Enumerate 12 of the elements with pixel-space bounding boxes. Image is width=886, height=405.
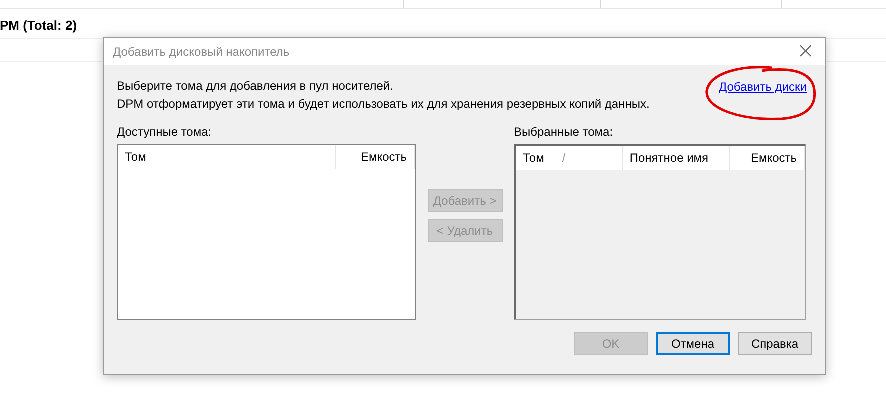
dialog-title: Добавить дисковый накопитель xyxy=(113,44,290,58)
close-button[interactable]: × xyxy=(792,42,819,62)
list-label: Выбранные тома: xyxy=(514,126,614,139)
volume-list[interactable]: Том Емкость xyxy=(117,144,416,320)
instruction-text: Выберите тома для добавления в пул носителей. xyxy=(117,80,394,93)
list-label: Доступные тома: xyxy=(117,126,213,139)
add-disks-link[interactable]: Добавить диски xyxy=(718,80,807,111)
dialog-button[interactable]: Справка xyxy=(738,332,812,355)
column-header[interactable]: Том xyxy=(118,145,336,169)
column-header[interactable]: Емкость xyxy=(336,145,415,169)
dialog-button[interactable]: Отмена xyxy=(656,332,730,355)
instruction-text: DPM отформатирует эти тома и будет использовать их для хранения резервных копий данных. xyxy=(117,98,650,111)
